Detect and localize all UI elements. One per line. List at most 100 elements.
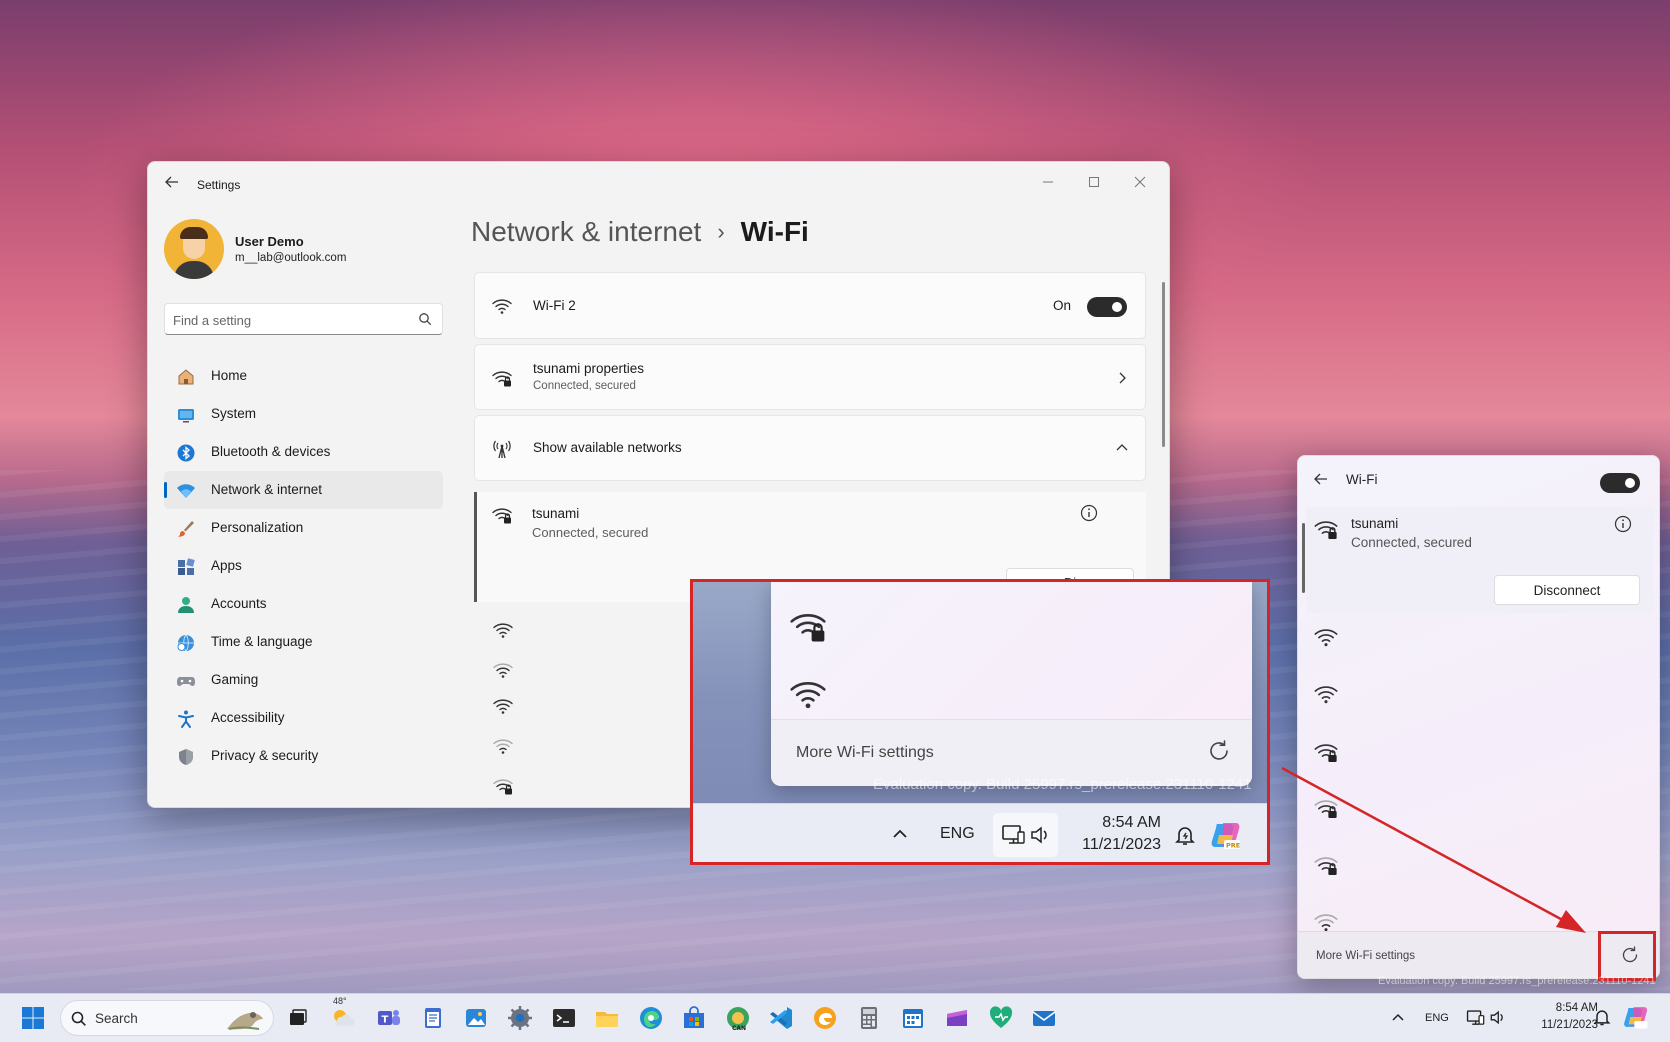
refresh-icon[interactable] xyxy=(1206,738,1232,764)
info-icon[interactable] xyxy=(1614,515,1632,533)
sidebar-item-gaming[interactable]: Gaming xyxy=(164,661,443,699)
teams-icon[interactable]: T xyxy=(375,1004,403,1032)
bluetooth-icon xyxy=(176,443,196,463)
notepad-icon[interactable] xyxy=(419,1004,447,1032)
title-bar: Settings xyxy=(148,162,1169,206)
wifi-signal-icon[interactable] xyxy=(1313,624,1339,650)
terminal-icon[interactable] xyxy=(550,1004,578,1032)
notification-bell-icon[interactable] xyxy=(1592,1007,1612,1027)
sidebar-item-accessibility[interactable]: Accessibility xyxy=(164,699,443,737)
maximize-button[interactable] xyxy=(1074,170,1114,196)
user-name: User Demo xyxy=(235,234,304,249)
search-highlight-image xyxy=(223,1005,267,1033)
network-monitor-icon[interactable] xyxy=(1466,1008,1486,1028)
wifi-signal-icon[interactable] xyxy=(492,735,514,757)
copilot-icon[interactable] xyxy=(1622,1003,1650,1031)
notification-bell-icon[interactable] xyxy=(1173,823,1197,847)
sidebar-item-label: Apps xyxy=(211,558,242,573)
network-properties-card[interactable]: tsunami properties Connected, secured xyxy=(474,344,1146,410)
sidebar-item-personalization[interactable]: Personalization xyxy=(164,509,443,547)
edge-canary-icon[interactable]: CAN xyxy=(724,1004,752,1032)
store-icon[interactable] xyxy=(680,1004,708,1032)
edge-dev-icon[interactable] xyxy=(811,1004,839,1032)
calculator-icon[interactable] xyxy=(855,1004,883,1032)
network-name: tsunami xyxy=(532,506,580,521)
calendar-icon[interactable] xyxy=(899,1004,927,1032)
language-indicator[interactable]: ENG xyxy=(940,825,975,843)
chevron-up-icon[interactable] xyxy=(890,824,910,844)
wifi-secured-icon[interactable] xyxy=(788,606,828,646)
quick-settings-button[interactable] xyxy=(993,813,1058,857)
wifi-signal-icon[interactable] xyxy=(492,695,514,717)
mail-icon[interactable] xyxy=(1030,1004,1058,1032)
clock-date[interactable]: 11/21/2023 xyxy=(1518,1019,1598,1031)
scrollbar[interactable] xyxy=(1162,282,1165,447)
close-button[interactable] xyxy=(1120,170,1160,196)
wifi-toggle[interactable] xyxy=(1600,473,1640,493)
sidebar-item-home[interactable]: Home xyxy=(164,357,443,395)
disconnect-button[interactable]: Disconnect xyxy=(1494,575,1640,605)
sidebar-item-time-language[interactable]: Time & language xyxy=(164,623,443,661)
zoom-taskbar: ENG 8:54 AM 11/21/2023 PRE xyxy=(693,803,1267,862)
settings-search-box[interactable] xyxy=(164,303,443,335)
more-wifi-settings-link[interactable]: More Wi-Fi settings xyxy=(796,744,934,762)
globe-clock-icon xyxy=(176,633,196,653)
edge-icon[interactable] xyxy=(637,1004,665,1032)
sidebar-item-label: Privacy & security xyxy=(211,748,319,763)
windows-start-icon[interactable] xyxy=(19,1004,47,1032)
language-indicator[interactable]: ENG xyxy=(1425,1012,1449,1024)
wifi-secured-icon[interactable] xyxy=(1313,795,1339,821)
sidebar-item-system[interactable]: System xyxy=(164,395,443,433)
info-icon[interactable] xyxy=(1080,504,1098,522)
avatar[interactable] xyxy=(164,219,224,279)
more-wifi-settings-link[interactable]: More Wi-Fi settings xyxy=(1316,950,1415,962)
network-monitor-icon xyxy=(1001,823,1027,847)
clock-time[interactable]: 8:54 AM xyxy=(1518,1002,1598,1014)
home-icon xyxy=(176,367,196,387)
evaluation-watermark: Evaluation copy. Build 25997.rs_prerelea… xyxy=(873,776,1252,793)
wifi-secured-icon[interactable] xyxy=(1313,852,1339,878)
search-input[interactable] xyxy=(173,310,403,330)
health-icon[interactable] xyxy=(987,1004,1015,1032)
brush-icon xyxy=(176,519,196,539)
sidebar-item-bluetooth[interactable]: Bluetooth & devices xyxy=(164,433,443,471)
available-networks-header[interactable]: Show available networks xyxy=(474,415,1146,481)
wifi-signal-icon[interactable] xyxy=(1313,681,1339,707)
wifi-signal-icon[interactable] xyxy=(788,674,828,714)
accounts-icon xyxy=(176,595,196,615)
back-arrow-icon[interactable] xyxy=(1312,470,1330,488)
sidebar-item-apps[interactable]: Apps xyxy=(164,547,443,585)
network-name: tsunami xyxy=(1351,516,1399,531)
available-networks-label: Show available networks xyxy=(533,440,682,455)
wifi-toggle[interactable] xyxy=(1087,297,1127,317)
volume-icon[interactable] xyxy=(1489,1009,1506,1026)
taskbar-search-box[interactable]: Search xyxy=(60,1000,274,1036)
sidebar-nav: Home System Bluetooth & devices Network … xyxy=(164,357,443,775)
wifi-secured-icon[interactable] xyxy=(492,775,514,797)
minimize-button[interactable] xyxy=(1028,170,1068,196)
sidebar-item-privacy[interactable]: Privacy & security xyxy=(164,737,443,775)
copilot-icon[interactable]: PRE xyxy=(1209,818,1243,852)
vscode-icon[interactable] xyxy=(767,1004,795,1032)
breadcrumb: Network & internet › Wi-Fi xyxy=(471,216,809,248)
settings-gear-icon[interactable] xyxy=(506,1004,534,1032)
wifi-secured-icon[interactable] xyxy=(1313,739,1339,765)
weather-icon[interactable] xyxy=(329,1004,357,1032)
chevron-up-icon[interactable] xyxy=(1391,1010,1405,1024)
task-view-icon[interactable] xyxy=(284,1004,312,1032)
clock-date[interactable]: 11/21/2023 xyxy=(1065,836,1161,854)
sidebar-item-accounts[interactable]: Accounts xyxy=(164,585,443,623)
clock-time[interactable]: 8:54 AM xyxy=(1065,814,1161,832)
back-arrow-icon[interactable] xyxy=(162,174,182,194)
wifi-signal-icon[interactable] xyxy=(492,619,514,641)
clipchamp-icon[interactable] xyxy=(943,1004,971,1032)
chevron-up-icon[interactable] xyxy=(1115,441,1129,455)
wifi-toggle-card: Wi-Fi 2 On xyxy=(474,272,1146,339)
wifi-icon xyxy=(491,295,513,317)
wifi-signal-icon[interactable] xyxy=(492,659,514,681)
sidebar-item-network[interactable]: Network & internet xyxy=(164,471,443,509)
search-icon[interactable] xyxy=(418,312,432,326)
photos-icon[interactable] xyxy=(462,1004,490,1032)
breadcrumb-parent[interactable]: Network & internet xyxy=(471,216,701,247)
file-explorer-icon[interactable] xyxy=(593,1004,621,1032)
